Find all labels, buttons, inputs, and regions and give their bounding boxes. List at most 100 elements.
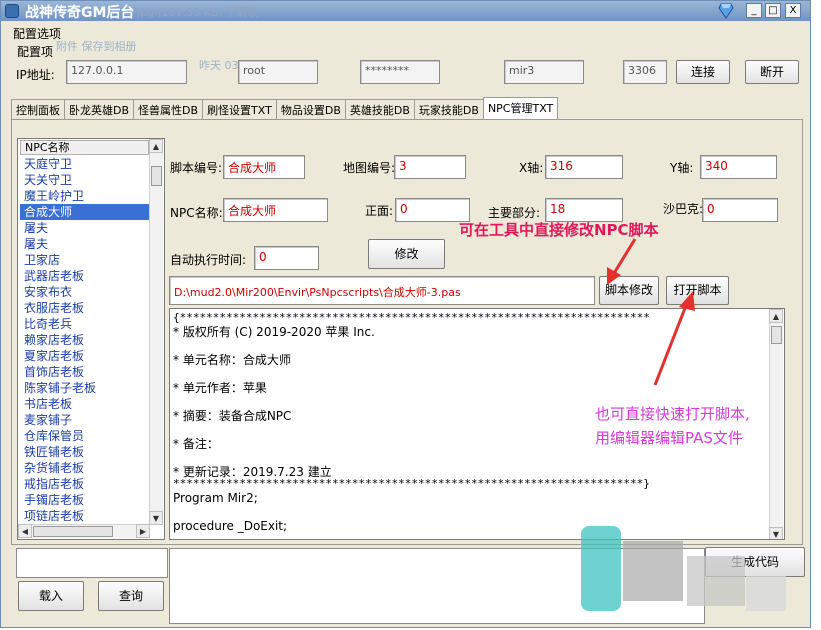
tab-spawn-txt[interactable]: 刷怪设置TXT [202, 99, 277, 119]
list-item[interactable]: 项链店老板 [20, 508, 152, 524]
list-item[interactable]: 书店老板 [20, 396, 152, 412]
blurred-watermark-teal [581, 526, 621, 611]
list-item[interactable]: 屠夫 [20, 236, 152, 252]
hscroll-thumb[interactable] [33, 526, 113, 537]
npc-name-label: NPC名称: [170, 206, 223, 220]
list-item[interactable]: 魔王岭护卫 [20, 188, 152, 204]
auto-exec-label: 自动执行时间: [170, 253, 247, 267]
script-line-8: ****************************************… [173, 477, 650, 490]
list-item[interactable]: 天庭守卫 [20, 156, 152, 172]
script-line-10: procedure _DoExit; [173, 519, 288, 533]
list-item[interactable]: 杂货铺老板 [20, 460, 152, 476]
npc-list-hscrollbar[interactable]: ◀ ▶ [18, 524, 150, 538]
database-field[interactable]: mir3 [504, 60, 584, 84]
script-line-5: * 摘要：装备合成NPC [173, 409, 292, 423]
menu-config[interactable]: 配置项 [17, 43, 53, 60]
arrow-up-right-icon [653, 291, 695, 386]
tab-hero-skill-db[interactable]: 英雄技能DB [344, 99, 415, 119]
password-field[interactable]: ******** [360, 60, 440, 84]
blurred-watermark-gray-1 [623, 541, 683, 601]
modify-button[interactable]: 修改 [368, 239, 445, 269]
script-scroll-thumb[interactable] [771, 326, 782, 344]
arrow-down-left-icon [607, 238, 637, 285]
title-bar: 战神传奇GM后台 jpg (167.53 KB, 下载次 _ □ X [1, 1, 810, 21]
tab-item-db[interactable]: 物品设置DB [275, 99, 346, 119]
scroll-right-icon[interactable]: ▶ [136, 524, 150, 538]
tab-hero-db[interactable]: 卧龙英雄DB [64, 99, 135, 119]
list-item[interactable]: 戒指店老板 [20, 476, 152, 492]
tab-player-skill-db[interactable]: 玩家技能DB [413, 99, 484, 119]
connect-button[interactable]: 连接 [676, 60, 730, 84]
sabak-label: 沙巴克: [663, 202, 704, 216]
list-item[interactable]: 卫家店 [20, 252, 152, 268]
ip-label: IP地址: [16, 68, 55, 82]
annotation-bottom-line2: 用编辑器编辑PAS文件 [595, 429, 743, 447]
list-item[interactable]: 赖家店老板 [20, 332, 152, 348]
list-item[interactable]: 武器店老板 [20, 268, 152, 284]
script-path-field[interactable]: D:\mud2.0\Mir200\Envir\PsNpcscripts\合成大师… [169, 276, 595, 305]
disconnect-button[interactable]: 断开 [745, 60, 799, 84]
script-line-2: * 版权所有 (C) 2019-2020 苹果 Inc. [173, 325, 375, 339]
blurred-watermark-gray-2 [687, 556, 745, 606]
npc-list-vscrollbar[interactable]: ▲ ▼ [149, 139, 163, 525]
tab-npc-txt[interactable]: NPC管理TXT [482, 97, 559, 119]
list-item[interactable]: 仓库保管员 [20, 428, 152, 444]
npc-list[interactable]: NPC名称 天庭守卫 天关守卫 魔王岭护卫 合成大师 屠夫 屠夫 卫家店 武器店老板 安家布衣衣… [17, 138, 165, 540]
front-label: 正面: [365, 204, 394, 218]
list-item[interactable]: 麦家铺子 [20, 412, 152, 428]
list-item[interactable]: 夏家店老板 [20, 348, 152, 364]
list-item[interactable]: 手镯店老板 [20, 492, 152, 508]
script-line-4: * 单元作者：苹果 [173, 381, 267, 395]
npc-list-body: 天庭守卫 天关守卫 魔王岭护卫 合成大师 屠夫 屠夫 卫家店 武器店老板 安家布衣 衣服店老板 比奇… [20, 156, 152, 539]
sabak-field[interactable]: 0 [702, 198, 778, 222]
annotation-bottom-line1: 也可直接快速打开脚本, [595, 405, 750, 423]
script-line-9: Program Mir2; [173, 491, 258, 505]
list-item[interactable]: 比奇老兵 [20, 316, 152, 332]
scroll-left-icon[interactable]: ◀ [18, 524, 32, 538]
auto-exec-field[interactable]: 0 [254, 246, 319, 270]
script-line-3: * 单元名称：合成大师 [173, 353, 291, 367]
list-item[interactable]: 铁匠铺老板 [20, 444, 152, 460]
list-item[interactable]: 天关守卫 [20, 172, 152, 188]
script-scroll-up-icon[interactable]: ▲ [769, 309, 783, 323]
app-icon [5, 4, 19, 18]
npc-name-field[interactable]: 合成大师 [223, 198, 328, 222]
maximize-button[interactable]: □ [765, 3, 781, 18]
list-item[interactable]: 屠夫 [20, 220, 152, 236]
load-button[interactable]: 载入 [18, 581, 84, 611]
menu-config-options[interactable]: 配置选项 [13, 25, 61, 42]
app-window: 战神传奇GM后台 jpg (167.53 KB, 下载次 _ □ X 配置选项 … [0, 0, 811, 628]
ghost-attach-text: 附件 保存到相册 [56, 40, 137, 53]
scroll-thumb[interactable] [151, 166, 162, 186]
tab-control-panel[interactable]: 控制面板 [11, 99, 65, 119]
blurred-watermark-gray-3 [746, 576, 786, 611]
user-field[interactable]: root [238, 60, 318, 84]
y-axis-label: Y轴: [670, 161, 694, 175]
query-button[interactable]: 查询 [98, 581, 164, 611]
x-axis-field[interactable]: 316 [545, 155, 623, 179]
list-item[interactable]: 衣服店老板 [20, 300, 152, 316]
script-no-field[interactable]: 合成大师 [223, 155, 305, 179]
window-title: 战神传奇GM后台 [25, 5, 135, 21]
list-item[interactable]: 合成大师 [20, 204, 152, 220]
map-no-field[interactable]: 3 [394, 155, 466, 179]
close-button[interactable]: X [785, 3, 801, 18]
bottom-input[interactable] [16, 548, 168, 578]
list-item[interactable]: 首饰店老板 [20, 364, 152, 380]
y-axis-field[interactable]: 340 [700, 155, 777, 179]
tab-monster-db[interactable]: 怪兽属性DB [133, 99, 204, 119]
port-field[interactable]: 3306 [623, 60, 667, 84]
minimize-button[interactable]: _ [746, 3, 762, 18]
script-vscrollbar[interactable]: ▲ ▼ [769, 309, 783, 539]
list-item[interactable]: 安家布衣 [20, 284, 152, 300]
tab-bar: 控制面板 卧龙英雄DB 怪兽属性DB 刷怪设置TXT 物品设置DB 英雄技能DB… [11, 97, 559, 119]
npc-list-header: NPC名称 [20, 140, 149, 155]
title-ghost-text: jpg (167.53 KB, 下载次 [137, 6, 259, 19]
script-line-6: * 备注： [173, 437, 219, 451]
scroll-up-icon[interactable]: ▲ [149, 139, 163, 153]
list-item[interactable]: 陈家铺子老板 [20, 380, 152, 396]
x-axis-label: X轴: [519, 161, 544, 175]
scroll-down-icon[interactable]: ▼ [149, 511, 163, 525]
ip-field[interactable]: 127.0.0.1 [66, 60, 187, 84]
script-scroll-down-icon[interactable]: ▼ [769, 527, 783, 539]
